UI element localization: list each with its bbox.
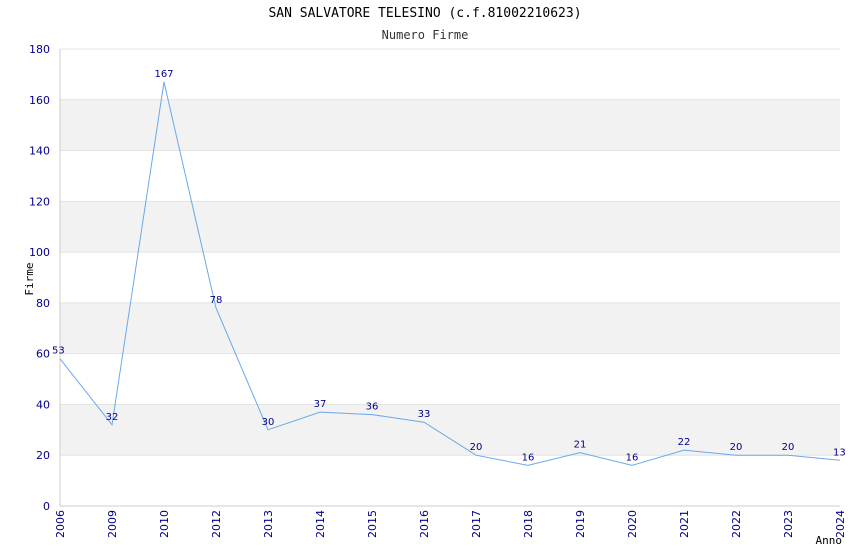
data-point-label: 53 xyxy=(52,346,65,357)
data-point-label: 20 xyxy=(782,442,795,453)
y-tick-label: 40 xyxy=(36,398,50,411)
x-tick-label: 2014 xyxy=(314,510,327,538)
y-tick-label: 0 xyxy=(43,500,50,513)
x-tick-label: 2021 xyxy=(678,510,691,538)
data-point-label: 33 xyxy=(418,409,431,420)
data-point-label: 36 xyxy=(366,402,379,413)
x-axis-title: Anno xyxy=(816,534,843,547)
x-tick-label: 2015 xyxy=(366,510,379,538)
x-tick-label: 2006 xyxy=(54,510,67,538)
y-tick-label: 100 xyxy=(29,246,50,259)
data-point-label: 37 xyxy=(314,399,327,410)
x-tick-label: 2020 xyxy=(626,510,639,538)
x-tick-label: 2018 xyxy=(522,510,535,538)
data-point-label: 20 xyxy=(730,442,743,453)
x-tick-label: 2010 xyxy=(158,510,171,538)
y-axis-title: Firme xyxy=(23,262,36,295)
y-tick-label: 20 xyxy=(36,449,50,462)
y-tick-label: 120 xyxy=(29,195,50,208)
data-point-label: 16 xyxy=(522,452,535,463)
grid-bands xyxy=(60,99,840,456)
x-tick-label: 2019 xyxy=(574,510,587,538)
x-tick-label: 2016 xyxy=(418,510,431,538)
data-point-label: 78 xyxy=(210,295,223,306)
y-tick-label: 140 xyxy=(29,145,50,158)
grid-band xyxy=(60,201,840,253)
data-point-label: 22 xyxy=(678,437,691,448)
x-tick-label: 2017 xyxy=(470,510,483,538)
y-tick-label: 160 xyxy=(29,94,50,107)
grid-band xyxy=(60,302,840,354)
grid-band xyxy=(60,404,840,456)
data-point-label: 32 xyxy=(106,412,119,423)
data-point-label: 167 xyxy=(154,69,173,80)
x-tick-label: 2023 xyxy=(782,510,795,538)
data-point-label: 16 xyxy=(626,452,639,463)
y-tick-label: 80 xyxy=(36,297,50,310)
x-tick-label: 2012 xyxy=(210,510,223,538)
data-point-label: 13 xyxy=(833,447,846,458)
data-point-label: 30 xyxy=(262,417,275,428)
data-point-label: 21 xyxy=(574,440,587,451)
data-point-label: 20 xyxy=(470,442,483,453)
x-tick-label: 2013 xyxy=(262,510,275,538)
x-tick-label: 2009 xyxy=(106,510,119,538)
y-tick-label: 60 xyxy=(36,348,50,361)
x-axis-ticks: 2006 2009 2010 2012 2013 2014 2015 2016 2017 2018… xyxy=(54,510,847,538)
line-chart: 020406080100120140160180 2006 2009 2010 201… xyxy=(23,43,847,547)
grid-band xyxy=(60,99,840,151)
x-tick-label: 2022 xyxy=(730,510,743,538)
y-tick-label: 180 xyxy=(29,43,50,56)
